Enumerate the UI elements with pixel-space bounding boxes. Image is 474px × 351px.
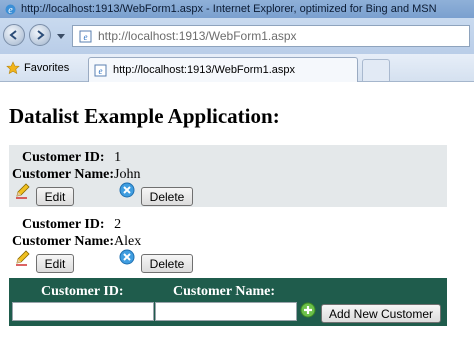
customer-name-row: Customer Name:Alex — [12, 234, 141, 250]
page-content: Datalist Example Application: Customer I… — [0, 82, 474, 351]
back-arrow-icon — [9, 30, 17, 40]
svg-text:e: e — [99, 66, 103, 76]
forward-button[interactable] — [29, 24, 51, 46]
delete-button[interactable]: Delete — [141, 187, 193, 206]
list-item: Customer ID: 2 Customer Name:Alex Edit D… — [9, 212, 447, 274]
svg-text:e: e — [8, 5, 13, 16]
customer-id-label: Customer ID: — [22, 217, 105, 232]
navigation-bar: e http://localhost:1913/WebForm1.aspx — [0, 18, 474, 54]
favorites-label: Favorites — [24, 62, 70, 74]
delete-x-icon[interactable] — [119, 249, 135, 265]
new-tab-button[interactable] — [362, 59, 390, 81]
customer-id-row: Customer ID: 2 — [22, 217, 121, 233]
customer-name-value: Alex — [114, 234, 142, 249]
tab-webform1[interactable]: e http://localhost:1913/WebForm1.aspx — [88, 57, 358, 82]
customer-name-input[interactable] — [155, 302, 297, 321]
customer-name-label: Customer Name: — [12, 234, 114, 249]
customer-id-value: 1 — [114, 150, 122, 165]
address-url: http://localhost:1913/WebForm1.aspx — [98, 29, 297, 43]
forward-arrow-icon — [37, 30, 45, 40]
customer-name-row: Customer Name:John — [12, 167, 140, 183]
ie-logo-icon: e — [3, 2, 17, 16]
page-icon: e — [78, 29, 92, 43]
customer-id-label: Customer ID: — [22, 150, 105, 165]
window-title-bar: e http://localhost:1913/WebForm1.aspx - … — [0, 0, 474, 18]
svg-text:e: e — [83, 32, 87, 42]
edit-pencil-icon — [15, 250, 31, 266]
tab-label: http://localhost:1913/WebForm1.aspx — [113, 64, 296, 76]
edit-pencil-icon — [15, 183, 31, 199]
add-customer-footer: Customer ID: Customer Name: Add New Cust… — [9, 278, 447, 326]
edit-button[interactable]: Edit — [36, 187, 74, 206]
customer-name-label: Customer Name: — [12, 167, 114, 182]
favorites-star-icon — [6, 61, 20, 75]
list-item: Customer ID: 1 Customer Name:John Edit D… — [9, 145, 447, 207]
history-dropdown[interactable] — [56, 32, 66, 42]
delete-x-icon[interactable] — [119, 182, 135, 198]
customer-name-value: John — [114, 167, 141, 182]
favorites-button[interactable]: Favorites — [6, 59, 69, 77]
footer-customer-id-label: Customer ID: — [41, 284, 124, 299]
customer-id-row: Customer ID: 1 — [22, 150, 121, 166]
delete-button[interactable]: Delete — [141, 254, 193, 273]
add-plus-icon[interactable] — [300, 302, 316, 318]
edit-button[interactable]: Edit — [36, 254, 74, 273]
tab-bar: Favorites e http://localhost:1913/WebFor… — [0, 54, 474, 82]
footer-customer-name-label: Customer Name: — [173, 284, 275, 299]
customer-id-input[interactable] — [12, 302, 154, 321]
customer-id-value: 2 — [114, 217, 122, 232]
page-title: Datalist Example Application: — [9, 104, 280, 128]
page-icon: e — [94, 63, 108, 77]
back-button[interactable] — [3, 24, 25, 46]
add-new-customer-button[interactable]: Add New Customer — [321, 304, 441, 323]
dropdown-icon — [57, 34, 65, 39]
address-bar[interactable]: e http://localhost:1913/WebForm1.aspx — [72, 25, 470, 47]
window-title: http://localhost:1913/WebForm1.aspx - In… — [21, 3, 437, 15]
